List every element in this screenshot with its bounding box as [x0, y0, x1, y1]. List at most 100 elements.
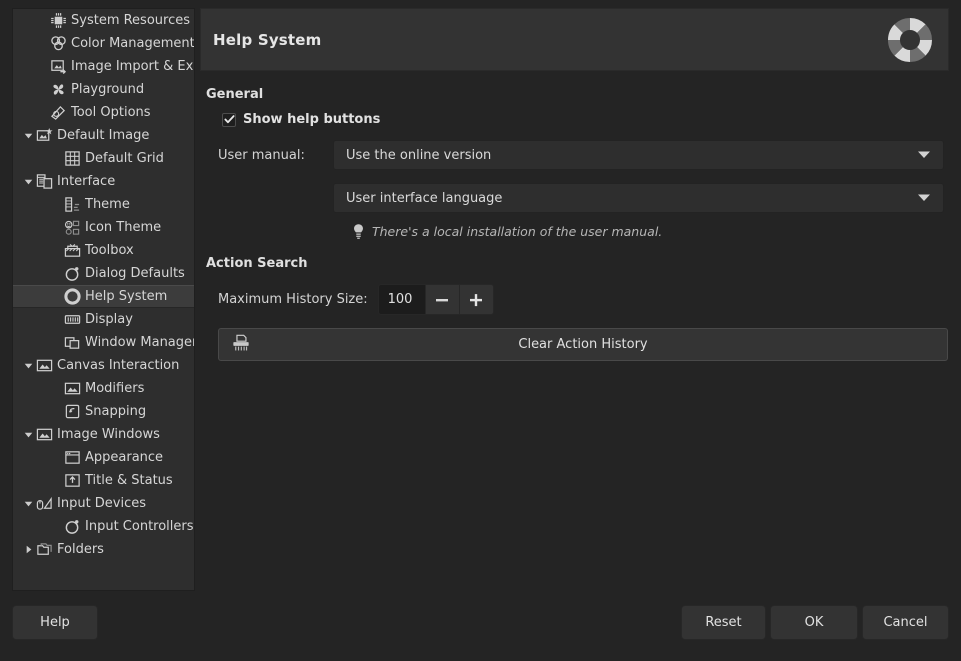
- reset-button[interactable]: Reset: [681, 605, 766, 640]
- indent-spacer: [21, 273, 49, 274]
- sidebar-item-dialog-defaults[interactable]: Dialog Defaults: [13, 262, 194, 285]
- indent-spacer: [21, 20, 35, 21]
- indent-spacer: [21, 457, 49, 458]
- color-management-icon: [49, 35, 67, 53]
- preferences-dialog: System ResourcesColor Management Image Im…: [0, 0, 961, 661]
- dialog-footer: Help Reset OK Cancel: [0, 605, 961, 661]
- cancel-button[interactable]: Cancel: [862, 605, 949, 640]
- sidebar-item-label: Tool Options: [71, 106, 151, 119]
- chevron-down-icon[interactable]: [21, 423, 35, 446]
- sidebar-item-color-management[interactable]: Color Management: [13, 32, 194, 55]
- sidebar-item-system-resources[interactable]: System Resources: [13, 9, 194, 32]
- sidebar-item-icon-theme[interactable]: Icon Theme: [13, 216, 194, 239]
- lightbulb-icon: [351, 222, 365, 240]
- user-manual-dropdown[interactable]: Use the online version: [333, 140, 944, 170]
- indent-spacer: [21, 319, 49, 320]
- indent-spacer: [21, 342, 49, 343]
- user-manual-row: User manual: Use the online version: [200, 140, 949, 170]
- sidebar-item-snapping[interactable]: Snapping: [13, 400, 194, 423]
- sidebar-item-image-import-export[interactable]: Image Import & Export: [13, 55, 194, 78]
- user-manual-hint-text: There's a local installation of the user…: [372, 224, 662, 239]
- sidebar-item-toolbox[interactable]: Toolbox: [13, 239, 194, 262]
- sidebar-item-theme[interactable]: Theme: [13, 193, 194, 216]
- page-title: Help System: [213, 31, 322, 49]
- sidebar-item-title-status[interactable]: Title & Status: [13, 469, 194, 492]
- expander-spacer: [35, 101, 49, 124]
- max-history-decrement-button[interactable]: [425, 285, 459, 314]
- display-icon: [63, 311, 81, 329]
- expander-spacer: [35, 9, 49, 32]
- sidebar-item-window-management[interactable]: Window Management: [13, 331, 194, 354]
- appearance-icon: [63, 449, 81, 467]
- sidebar-item-help-system[interactable]: Help System: [13, 285, 194, 308]
- sidebar-item-label: Dialog Defaults: [85, 267, 185, 280]
- sidebar-item-input-controllers[interactable]: Input Controllers: [13, 515, 194, 538]
- chevron-right-icon[interactable]: [21, 538, 35, 561]
- tool-options-icon: [49, 104, 67, 122]
- sidebar-item-display[interactable]: Display: [13, 308, 194, 331]
- help-button[interactable]: Help: [12, 605, 98, 640]
- chevron-down-icon[interactable]: [21, 124, 35, 147]
- toolbox-icon: [63, 242, 81, 260]
- expander-spacer: [49, 469, 63, 492]
- folders-icon: [35, 541, 53, 559]
- title-status-icon: [63, 472, 81, 490]
- chevron-down-icon[interactable]: [21, 354, 35, 377]
- chevron-down-icon: [917, 191, 931, 206]
- clear-action-history-button[interactable]: Clear Action History: [218, 328, 948, 361]
- input-controllers-icon: [63, 518, 81, 536]
- language-dropdown[interactable]: User interface language: [333, 183, 944, 213]
- sidebar-item-interface[interactable]: Interface: [13, 170, 194, 193]
- show-help-buttons-row[interactable]: Show help buttons: [222, 112, 949, 127]
- expander-spacer: [49, 308, 63, 331]
- indent-spacer: [21, 411, 49, 412]
- chevron-down-icon[interactable]: [21, 170, 35, 193]
- indent-spacer: [21, 158, 49, 159]
- image-import-export-icon: [49, 58, 67, 76]
- indent-spacer: [21, 296, 49, 297]
- sidebar-item-modifiers[interactable]: Modifiers: [13, 377, 194, 400]
- max-history-increment-button[interactable]: [459, 285, 493, 314]
- sidebar-item-label: Snapping: [85, 405, 146, 418]
- interface-icon: [35, 173, 53, 191]
- ok-button[interactable]: OK: [770, 605, 858, 640]
- minus-icon: [434, 292, 450, 308]
- preferences-sidebar[interactable]: System ResourcesColor Management Image Im…: [12, 8, 195, 591]
- sidebar-item-input-devices[interactable]: Input Devices: [13, 492, 194, 515]
- system-resources-icon: [49, 12, 67, 30]
- sidebar-item-playground[interactable]: Playground: [13, 78, 194, 101]
- indent-spacer: [21, 204, 49, 205]
- dialog-defaults-icon: [63, 265, 81, 283]
- main-content: Help System General: [200, 8, 949, 591]
- sidebar-item-label: Input Controllers: [85, 520, 194, 533]
- chevron-down-icon[interactable]: [21, 492, 35, 515]
- sidebar-item-tool-options[interactable]: Tool Options: [13, 101, 194, 124]
- language-row: User interface language: [200, 183, 949, 213]
- sidebar-item-label: Window Management: [85, 336, 195, 349]
- clear-action-history-label: Clear Action History: [518, 337, 647, 352]
- sidebar-item-label: Help System: [85, 290, 167, 303]
- indent-spacer: [21, 250, 49, 251]
- indent-spacer: [21, 388, 49, 389]
- sidebar-item-label: Interface: [57, 175, 115, 188]
- user-manual-label: User manual:: [200, 148, 333, 163]
- action-search-section-label: Action Search: [206, 256, 949, 271]
- sidebar-item-label: Image Import & Export: [71, 60, 195, 73]
- sidebar-item-image-windows[interactable]: Image Windows: [13, 423, 194, 446]
- show-help-buttons-checkbox[interactable]: [222, 113, 236, 127]
- sidebar-item-default-grid[interactable]: Default Grid: [13, 147, 194, 170]
- max-history-stepper[interactable]: 100: [378, 284, 494, 315]
- sidebar-item-canvas-interaction[interactable]: Canvas Interaction: [13, 354, 194, 377]
- expander-spacer: [49, 239, 63, 262]
- expander-spacer: [49, 193, 63, 216]
- sidebar-item-appearance[interactable]: Appearance: [13, 446, 194, 469]
- indent-spacer: [21, 227, 49, 228]
- icon-theme-icon: [63, 219, 81, 237]
- sidebar-item-default-image[interactable]: Default Image: [13, 124, 194, 147]
- sidebar-item-folders[interactable]: Folders: [13, 538, 194, 561]
- max-history-input[interactable]: 100: [379, 285, 425, 314]
- expander-spacer: [49, 147, 63, 170]
- theme-icon: [63, 196, 81, 214]
- plus-icon: [468, 292, 484, 308]
- sidebar-item-label: Default Image: [57, 129, 149, 142]
